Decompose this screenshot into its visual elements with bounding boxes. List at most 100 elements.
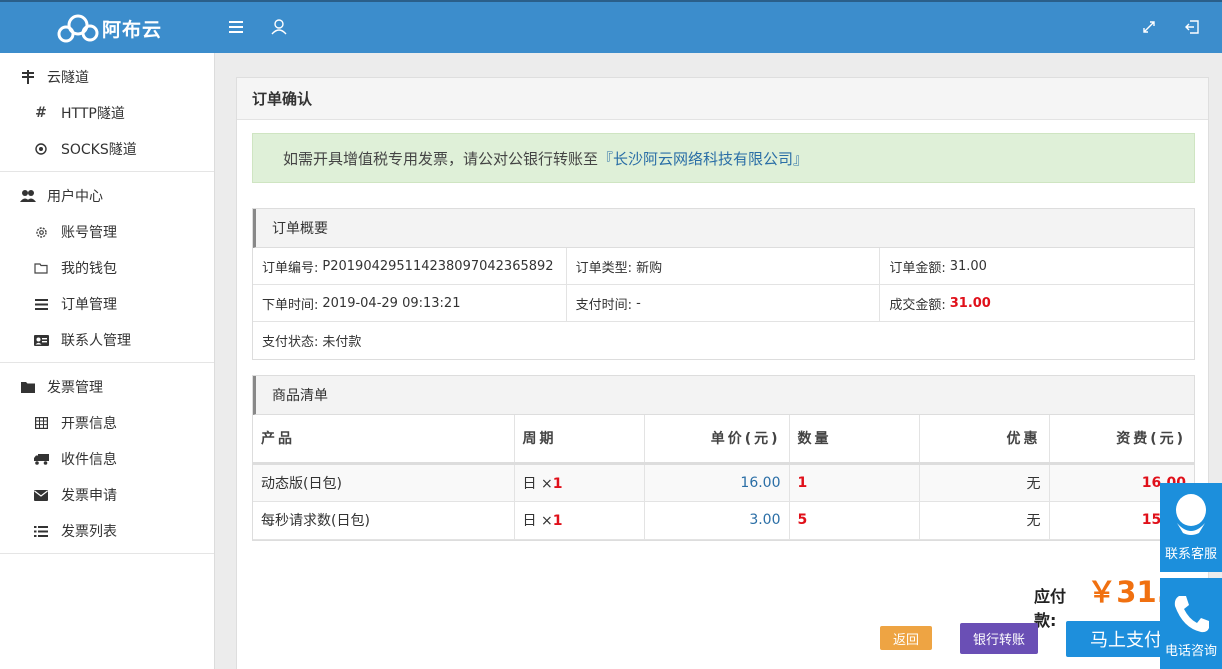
order-time-label: 下单时间:: [262, 297, 319, 313]
unit-price: 3.00: [644, 501, 790, 540]
table-header-row: 产品 周期 单价(元) 数量 优惠 资费(元): [253, 415, 1194, 465]
top-bar: 阿布云: [0, 0, 1222, 53]
tunnel-icon: [20, 69, 36, 85]
sidebar-item-shipping-info[interactable]: 收件信息: [0, 441, 214, 477]
product-table: 产品 周期 单价(元) 数量 优惠 资费(元) 动态版(日包) 日 ×1 16.…: [253, 415, 1194, 540]
col-product: 产品: [253, 415, 515, 465]
order-time: 2019-04-29 09:13:21: [322, 295, 461, 311]
sidebar-group-user: 用户中心 账号管理 我的钱包 订单管理 联系人管理: [0, 178, 214, 363]
pay-time: -: [636, 295, 641, 311]
gear-icon: [33, 224, 49, 240]
sidebar-item-label: 我的钱包: [61, 261, 117, 277]
cloud-logo-icon: [57, 14, 99, 43]
sidebar-group-invoice: 发票管理 开票信息 收件信息 发票申请 发票列表: [0, 369, 214, 554]
logo[interactable]: 阿布云: [56, 12, 162, 44]
sidebar-item-account[interactable]: 账号管理: [0, 214, 214, 250]
order-confirm-panel: 订单确认 如需开具增值税专用发票，请公对公银行转账至 『长沙阿云网络科技有限公司』…: [236, 77, 1209, 669]
col-fee: 资费(元): [1049, 415, 1194, 465]
folder-icon: [20, 379, 36, 395]
notice-company: 『长沙阿云网络科技有限公司』: [598, 149, 809, 168]
bank-transfer-button[interactable]: 银行转账: [960, 623, 1038, 654]
product-list-title: 商品清单: [253, 376, 1194, 415]
summary-row: 支付状态: 未付款: [253, 322, 1194, 359]
product-name: 动态版(日包): [253, 463, 515, 502]
sidebar-group-tunnel: 云隧道 # HTTP隧道 SOCKS隧道: [0, 59, 214, 172]
sidebar-item-label: 发票列表: [61, 524, 117, 540]
target-icon: [33, 141, 49, 157]
order-number-cell: 订单编号: P2019042951142380970423658​92: [253, 248, 567, 284]
sidebar-item-label: 订单管理: [61, 297, 117, 313]
panel-title: 订单确认: [237, 78, 1208, 120]
discount: 无: [919, 501, 1050, 540]
sidebar-item-http-tunnel[interactable]: # HTTP隧道: [0, 95, 214, 131]
sidebar-item-label: 账号管理: [61, 225, 117, 241]
quantity: 5: [789, 501, 920, 540]
pay-status-cell: 支付状态: 未付款: [253, 322, 1194, 359]
period-qty: 1: [552, 513, 563, 529]
col-quantity: 数量: [789, 415, 920, 465]
notice-text: 如需开具增值税专用发票，请公对公银行转账至: [283, 149, 599, 168]
hash-icon: #: [35, 105, 47, 121]
deal-amount: 31.00: [949, 295, 991, 311]
order-number: P2019042951142380970423658​92: [322, 258, 554, 274]
phone-consult-label: 电话咨询: [1164, 644, 1217, 659]
envelope-icon: [33, 487, 49, 503]
sidebar-item-label: HTTP隧道: [61, 106, 125, 122]
order-type-cell: 订单类型: 新购: [567, 248, 881, 284]
menu-toggle-icon[interactable]: [225, 16, 247, 38]
period-cell: 日 ×1: [514, 501, 645, 540]
sidebar-group-head[interactable]: 发票管理: [0, 369, 214, 405]
sidebar-item-label: 联系人管理: [61, 333, 131, 349]
sidebar-group-title: 云隧道: [47, 70, 89, 86]
pay-status-label: 支付状态:: [262, 335, 319, 350]
sidebar-item-wallet[interactable]: 我的钱包: [0, 250, 214, 286]
period-cell: 日 ×1: [514, 463, 645, 502]
fullscreen-icon[interactable]: [1138, 16, 1160, 38]
deal-amount-label: 成交金额:: [889, 297, 946, 313]
period-unit: 日 ×: [522, 475, 553, 492]
sidebar-group-head[interactable]: 云隧道: [0, 59, 214, 95]
order-number-label: 订单编号:: [262, 260, 319, 276]
sidebar-item-contacts[interactable]: 联系人管理: [0, 322, 214, 358]
period-qty: 1: [552, 475, 563, 492]
main-content: 订单确认 如需开具增值税专用发票，请公对公银行转账至 『长沙阿云网络科技有限公司』…: [215, 53, 1222, 669]
order-type: 新购: [636, 260, 663, 276]
order-amount: 31.00: [949, 258, 987, 274]
sidebar-item-invoice-list[interactable]: 发票列表: [0, 513, 214, 549]
back-button[interactable]: 返回: [880, 626, 932, 650]
pay-time-cell: 支付时间: -: [567, 285, 881, 321]
logout-icon[interactable]: [1181, 16, 1203, 38]
sidebar-item-label: 发票申请: [61, 488, 117, 504]
sidebar-group-title: 用户中心: [47, 189, 103, 205]
sidebar-item-billing-info[interactable]: 开票信息: [0, 405, 214, 441]
quantity: 1: [789, 463, 920, 502]
table-icon: [33, 415, 49, 431]
order-type-label: 订单类型:: [575, 260, 633, 276]
users-icon: [20, 188, 36, 204]
sidebar-item-invoice-apply[interactable]: 发票申请: [0, 477, 214, 513]
phone-icon: [1174, 596, 1209, 633]
customer-service-widget[interactable]: 联系客服: [1160, 483, 1222, 572]
invoice-notice: 如需开具增值税专用发票，请公对公银行转账至 『长沙阿云网络科技有限公司』: [252, 133, 1195, 183]
sidebar-item-socks-tunnel[interactable]: SOCKS隧道: [0, 131, 214, 167]
sidebar-group-title: 发票管理: [47, 380, 103, 396]
brand-name: 阿布云: [102, 18, 163, 41]
summary-row: 下单时间: 2019-04-29 09:13:21 支付时间: - 成交金额: 31.…: [253, 285, 1194, 322]
sidebar-item-orders[interactable]: 订单管理: [0, 286, 214, 322]
truck-icon: [33, 451, 49, 467]
sidebar-item-label: 开票信息: [61, 416, 117, 432]
id-card-icon: [33, 332, 49, 348]
table-row: 动态版(日包) 日 ×1 16.00 1 无 16.00: [253, 463, 1194, 502]
order-summary: 订单概要 订单编号: P2019042951142380970423658​92 …: [252, 208, 1195, 360]
pay-status: 未付款: [322, 335, 362, 350]
discount: 无: [919, 463, 1050, 502]
customer-service-label: 联系客服: [1164, 547, 1217, 562]
chat-bubble-icon: [1176, 494, 1206, 535]
sidebar-item-label: 收件信息: [61, 452, 117, 468]
product-name: 每秒请求数(日包): [253, 501, 515, 540]
sidebar-group-head[interactable]: 用户中心: [0, 178, 214, 214]
sidebar-item-label: SOCKS隧道: [61, 142, 137, 158]
user-icon[interactable]: [268, 16, 290, 38]
phone-consult-widget[interactable]: 电话咨询: [1160, 578, 1222, 669]
order-amount-label: 订单金额:: [889, 260, 946, 276]
